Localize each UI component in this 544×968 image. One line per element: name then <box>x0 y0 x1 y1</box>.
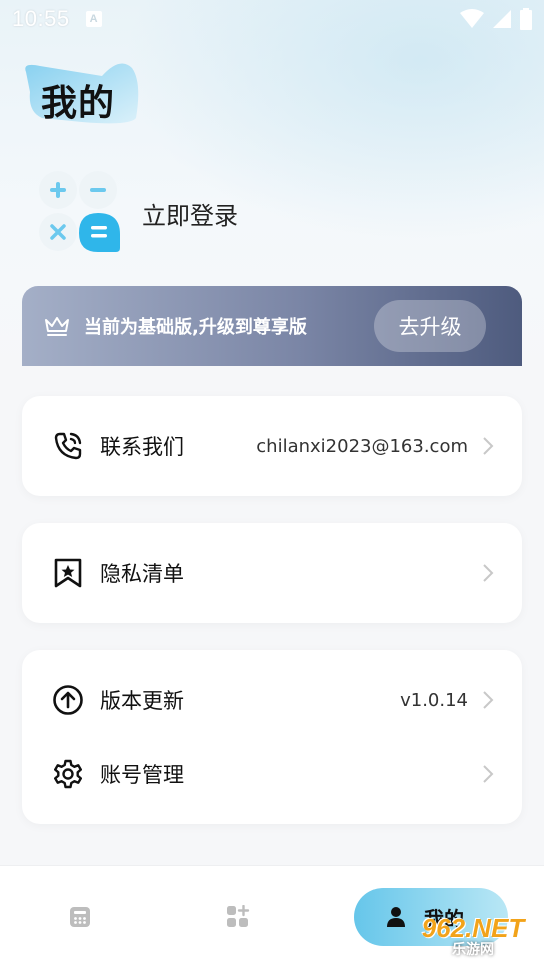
signal-icon <box>493 10 511 28</box>
nav-apps[interactable] <box>198 866 278 968</box>
version-update-label: 版本更新 <box>100 689 184 713</box>
upload-circle-icon <box>52 684 84 716</box>
gear-icon <box>52 758 84 790</box>
notification-icon: A <box>85 11 102 27</box>
status-icons <box>460 8 532 30</box>
premium-text: 当前为基础版,升级到尊享版 <box>84 317 307 338</box>
contact-card: 联系我们 chilanxi2023@163.com <box>22 396 522 496</box>
page-title-group: 我的 <box>22 62 152 132</box>
phone-call-icon <box>52 430 84 462</box>
avatar <box>36 168 126 258</box>
contact-row[interactable]: 联系我们 chilanxi2023@163.com <box>22 416 522 476</box>
wifi-icon <box>460 9 484 28</box>
watermark-bottom: 乐游网 <box>452 942 494 958</box>
nav-calculator[interactable] <box>40 866 120 968</box>
chevron-right-icon <box>483 765 494 783</box>
status-time: 10:55 <box>12 6 70 31</box>
contact-email: chilanxi2023@163.com <box>256 435 468 457</box>
privacy-card: 隐私清单 <box>22 523 522 623</box>
login-label: 立即登录 <box>142 201 238 230</box>
version-update-row[interactable]: 版本更新 v1.0.14 <box>22 670 522 730</box>
privacy-row[interactable]: 隐私清单 <box>22 543 522 603</box>
settings-card: 版本更新 v1.0.14 账号管理 <box>22 650 522 824</box>
privacy-label: 隐私清单 <box>100 562 184 586</box>
apps-icon <box>227 905 250 927</box>
person-icon <box>387 907 405 927</box>
chevron-right-icon <box>483 691 494 709</box>
account-management-label: 账号管理 <box>100 763 184 787</box>
watermark-top: 962.NET <box>421 913 525 943</box>
version-value: v1.0.14 <box>400 689 468 711</box>
calculator-logo-icon <box>39 171 120 252</box>
page-title: 我的 <box>41 83 116 124</box>
battery-icon <box>520 8 532 30</box>
premium-banner[interactable]: 当前为基础版,升级到尊享版 去升级 <box>22 286 522 366</box>
status-bar: 10:55 A <box>0 0 544 38</box>
account-management-row[interactable]: 账号管理 <box>22 744 522 804</box>
watermark-logo: 962.NET 乐游网 <box>406 912 540 962</box>
login-row[interactable]: 立即登录 <box>36 168 516 258</box>
upgrade-button[interactable]: 去升级 <box>374 300 486 352</box>
calculator-icon <box>70 907 90 927</box>
chevron-right-icon <box>483 437 494 455</box>
chevron-right-icon <box>483 564 494 582</box>
bookmark-star-icon <box>52 557 84 589</box>
contact-label: 联系我们 <box>100 435 184 459</box>
crown-icon <box>45 317 69 336</box>
